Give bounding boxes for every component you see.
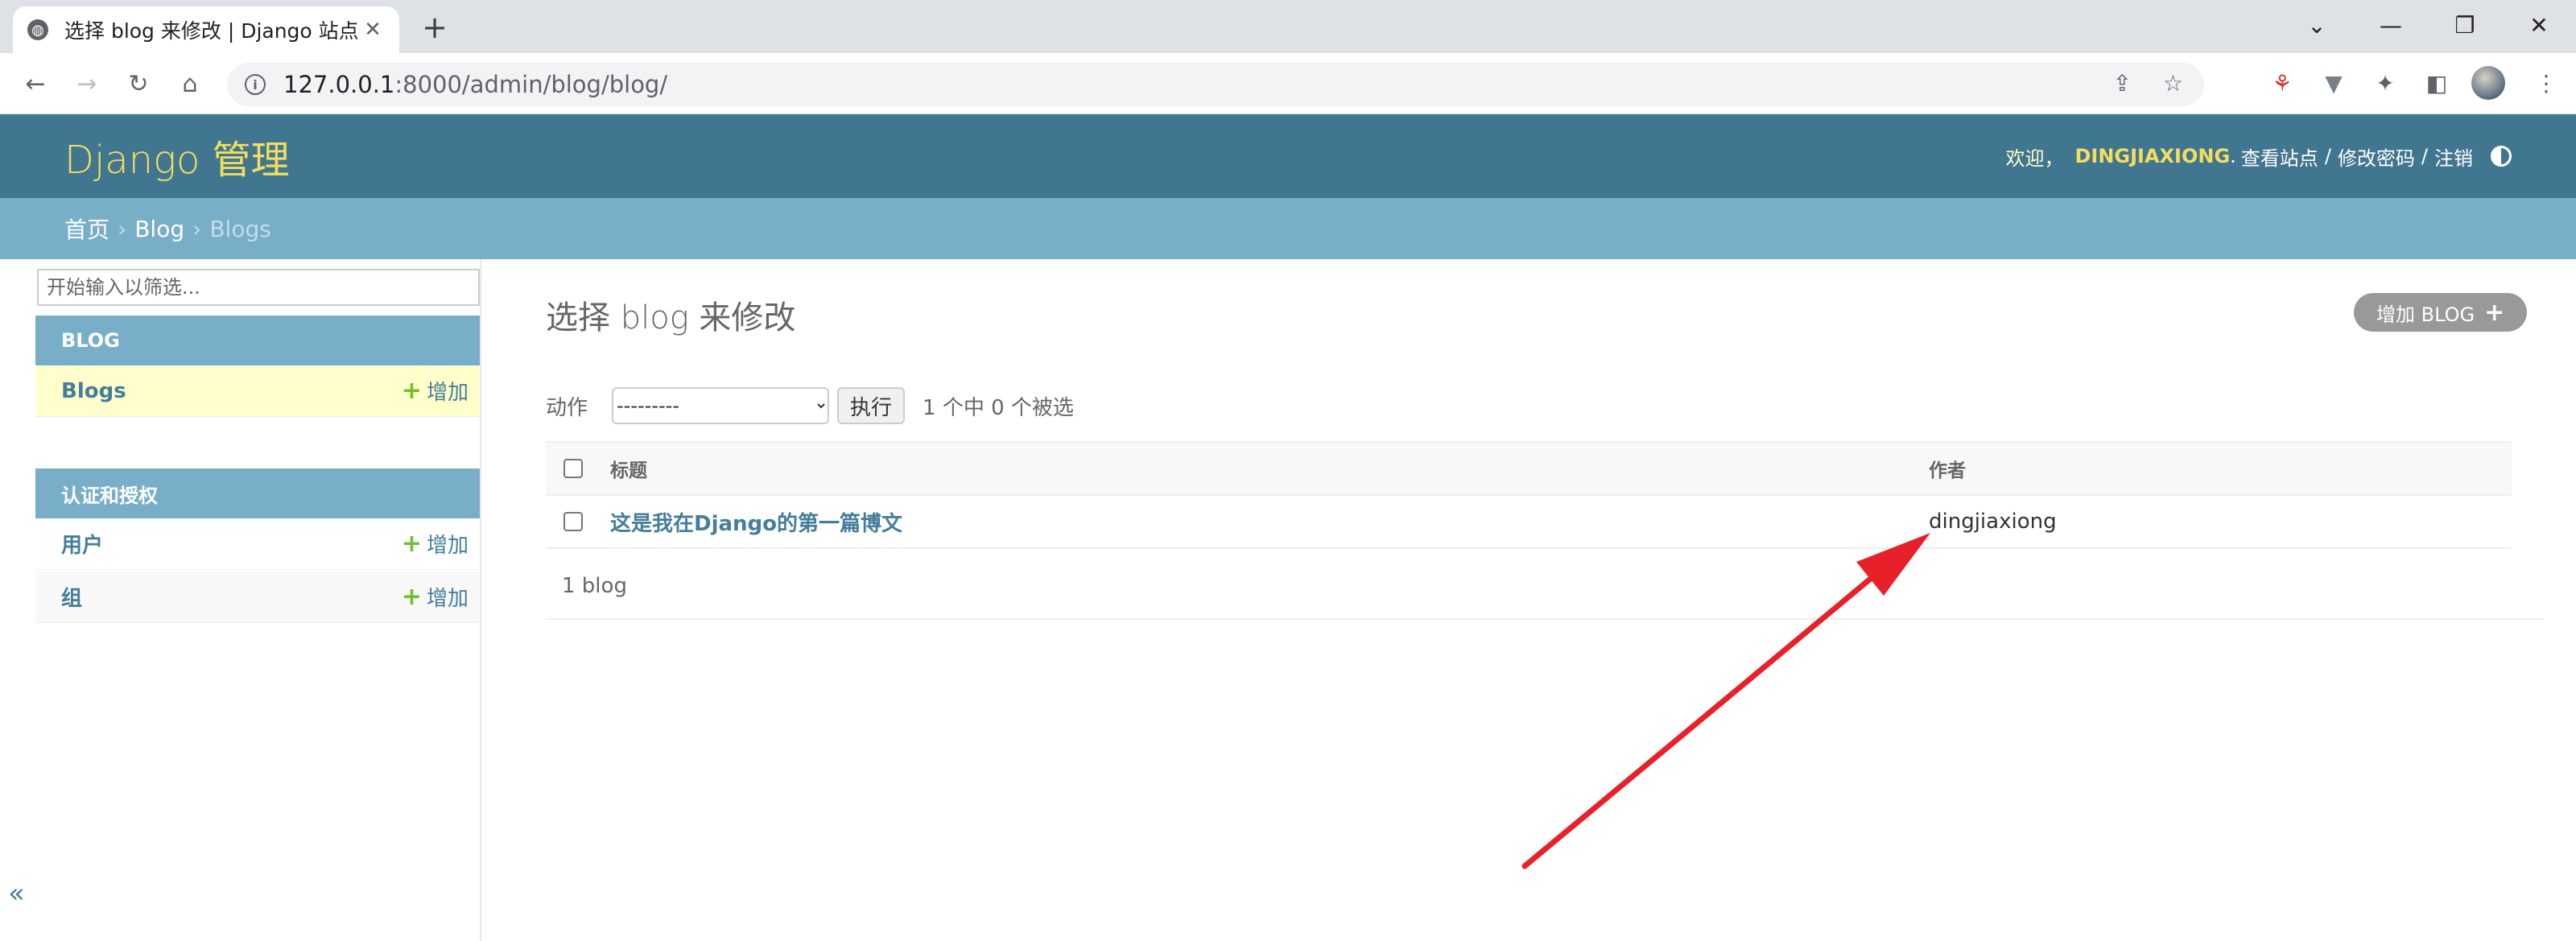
selection-counter: 1 个中 0 个被选	[923, 395, 1074, 420]
result-list: 标题 作者 这是我在Django的第一篇博文 dingjiaxiong	[546, 441, 2512, 549]
browser-tabstrip: ◍ 选择 blog 来修改 | Django 站点 ✕ + ⌄ — ❐ ✕	[0, 0, 2576, 53]
add-blog-button[interactable]: 增加 BLOG +	[2354, 293, 2528, 332]
breadcrumb-current: Blogs	[209, 215, 271, 242]
globe-icon: ◍	[27, 19, 48, 40]
tab-title: 选择 blog 来修改 | Django 站点	[64, 19, 359, 43]
vue-devtools-icon[interactable]: ▼	[2315, 64, 2352, 101]
browser-tab[interactable]: ◍ 选择 blog 来修改 | Django 站点 ✕	[13, 6, 399, 53]
plus-icon: +	[2484, 298, 2505, 327]
sidebar-item-groups[interactable]: 组 + 增加	[35, 572, 480, 623]
address-bar[interactable]: i 127.0.0.1:8000/admin/blog/blog/ ⇪ ☆	[227, 63, 2204, 106]
blog-title-link[interactable]: 这是我在Django的第一篇博文	[610, 512, 902, 536]
username-suffix: .	[2230, 145, 2236, 167]
back-icon[interactable]: ←	[16, 64, 55, 103]
home-icon[interactable]: ⌂	[171, 64, 209, 103]
app-caption-auth[interactable]: 认证和授权	[35, 468, 480, 518]
bookmark-star-icon[interactable]: ☆	[2163, 70, 2183, 97]
row-select-cell	[546, 495, 610, 549]
column-header-title[interactable]: 标题	[610, 441, 1929, 496]
paginator: 1 blog	[546, 554, 2544, 620]
extension-icon[interactable]: ⚘	[2264, 64, 2301, 101]
nav-sidebar: BLOG Blogs +增加 认证和授权 用户 +增加 组 +增加	[35, 259, 481, 941]
model-name[interactable]: 用户	[61, 529, 103, 559]
minimize-button[interactable]: —	[2367, 6, 2415, 43]
breadcrumb: 首页 › Blog › Blogs	[0, 198, 2576, 259]
new-tab-button[interactable]: +	[417, 10, 452, 45]
tab-search-icon[interactable]: ⌄	[2293, 6, 2341, 43]
author-cell: dingjiaxiong	[1929, 495, 2512, 549]
action-select[interactable]: ---------	[612, 387, 830, 424]
url-text: 127.0.0.1:8000/admin/blog/blog/	[283, 71, 668, 98]
model-name[interactable]: Blogs	[61, 379, 126, 403]
model-name[interactable]: 组	[61, 582, 82, 612]
browser-toolbar: ← → ↻ ⌂ i 127.0.0.1:8000/admin/blog/blog…	[0, 53, 2576, 114]
add-plus-icon: +	[401, 583, 422, 611]
reload-icon[interactable]: ↻	[119, 64, 158, 103]
row-checkbox[interactable]	[564, 512, 583, 531]
nav-filter-input[interactable]	[37, 269, 480, 306]
title-cell: 这是我在Django的第一篇博文	[610, 495, 1929, 549]
table-row: 这是我在Django的第一篇博文 dingjiaxiong	[546, 495, 2512, 549]
select-all-cell	[546, 441, 610, 496]
sidebar-item-blogs[interactable]: Blogs + 增加	[35, 365, 480, 417]
actions-bar: 动作 --------- 执行 1 个中 0 个被选	[546, 385, 1074, 427]
share-icon[interactable]: ⇪	[2113, 70, 2132, 97]
extensions-puzzle-icon[interactable]: ✦	[2367, 64, 2404, 101]
actions-label: 动作	[546, 395, 588, 420]
close-window-button[interactable]: ✕	[2515, 6, 2563, 43]
admin-header: Django 管理 欢迎， DINGJIAXIONG . 查看站点 / 修改密码…	[0, 114, 2576, 198]
profile-avatar[interactable]	[2471, 66, 2505, 100]
breadcrumb-separator: ›	[192, 215, 202, 242]
menu-kebab-icon[interactable]: ⋮	[2528, 64, 2565, 101]
add-plus-icon: +	[401, 377, 422, 405]
column-header-author[interactable]: 作者	[1929, 441, 2512, 496]
collapse-sidebar-button[interactable]: «	[8, 877, 25, 910]
app-caption-blog[interactable]: BLOG	[35, 316, 480, 365]
close-tab-icon[interactable]: ✕	[361, 18, 385, 42]
breadcrumb-app[interactable]: Blog	[134, 216, 184, 242]
change-password-link[interactable]: 修改密码	[2338, 142, 2415, 171]
go-button[interactable]: 执行	[837, 387, 906, 424]
breadcrumb-home[interactable]: 首页	[64, 213, 109, 245]
separator: /	[2421, 145, 2428, 167]
breadcrumb-separator: ›	[118, 215, 127, 242]
site-info-icon[interactable]: i	[245, 74, 266, 95]
select-all-checkbox[interactable]	[564, 459, 583, 478]
user-tools: 欢迎， DINGJIAXIONG . 查看站点 / 修改密码 / 注销	[2005, 142, 2512, 171]
sidebar-item-users[interactable]: 用户 + 增加	[35, 518, 480, 570]
theme-toggle-icon[interactable]	[2491, 146, 2512, 167]
restore-button[interactable]: ❐	[2441, 6, 2489, 43]
add-link[interactable]: + 增加	[402, 376, 469, 406]
page-title: 选择 blog 来修改	[546, 299, 796, 336]
welcome-text: 欢迎，	[2005, 147, 2064, 170]
username: DINGJIAXIONG	[2074, 145, 2231, 167]
view-site-link[interactable]: 查看站点	[2241, 142, 2318, 171]
logout-link[interactable]: 注销	[2434, 142, 2473, 171]
separator: /	[2324, 145, 2331, 167]
add-plus-icon: +	[401, 530, 422, 558]
table-header-row: 标题 作者	[546, 441, 2512, 496]
site-branding[interactable]: Django 管理	[64, 128, 290, 184]
forward-icon[interactable]: →	[68, 64, 106, 103]
add-link[interactable]: + 增加	[402, 582, 469, 612]
add-link[interactable]: + 增加	[402, 529, 469, 559]
side-panel-icon[interactable]: ◧	[2418, 64, 2455, 101]
